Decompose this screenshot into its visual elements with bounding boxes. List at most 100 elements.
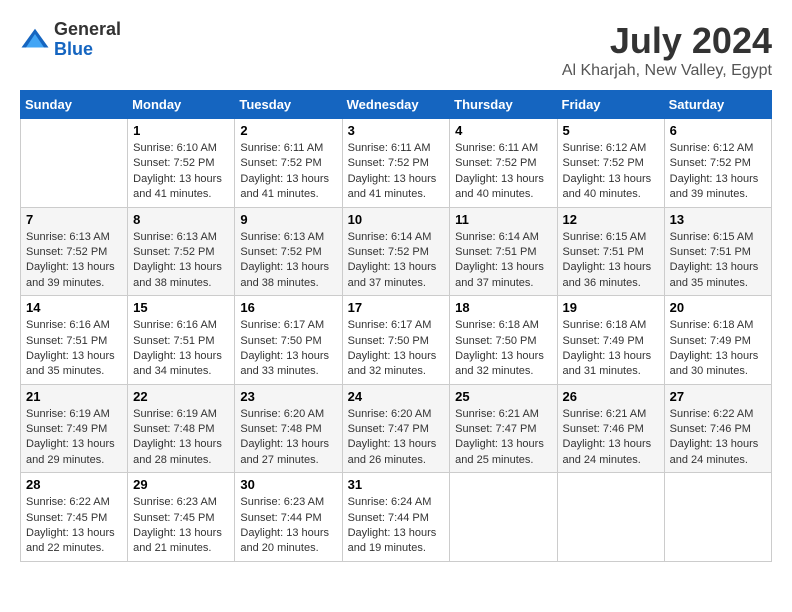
day-info: Sunrise: 6:18 AMSunset: 7:49 PMDaylight:… <box>670 318 766 380</box>
day-number: 1 <box>133 123 229 138</box>
day-info: Sunrise: 6:16 AMSunset: 7:51 PMDaylight:… <box>26 318 122 380</box>
calendar-cell: 27 Sunrise: 6:22 AMSunset: 7:46 PMDayligh… <box>664 384 771 473</box>
day-number: 8 <box>133 212 229 227</box>
calendar-cell: 19 Sunrise: 6:18 AMSunset: 7:49 PMDayligh… <box>557 296 664 385</box>
calendar-cell: 5 Sunrise: 6:12 AMSunset: 7:52 PMDaylight… <box>557 119 664 208</box>
day-info: Sunrise: 6:14 AMSunset: 7:51 PMDaylight:… <box>455 230 551 292</box>
day-info: Sunrise: 6:16 AMSunset: 7:51 PMDaylight:… <box>133 318 229 380</box>
calendar-cell: 10 Sunrise: 6:14 AMSunset: 7:52 PMDayligh… <box>342 207 450 296</box>
day-info: Sunrise: 6:22 AMSunset: 7:45 PMDaylight:… <box>26 495 122 557</box>
day-info: Sunrise: 6:18 AMSunset: 7:49 PMDaylight:… <box>563 318 659 380</box>
day-number: 23 <box>240 389 336 404</box>
calendar-cell: 13 Sunrise: 6:15 AMSunset: 7:51 PMDayligh… <box>664 207 771 296</box>
calendar-cell: 7 Sunrise: 6:13 AMSunset: 7:52 PMDaylight… <box>21 207 128 296</box>
day-info: Sunrise: 6:21 AMSunset: 7:46 PMDaylight:… <box>563 407 659 469</box>
day-number: 10 <box>348 212 445 227</box>
week-row-4: 21Sunrise: 6:19 AMSunset: 7:49 PMDayligh… <box>21 384 772 473</box>
day-number: 31 <box>348 477 445 492</box>
day-number: 11 <box>455 212 551 227</box>
calendar-cell: 2 Sunrise: 6:11 AMSunset: 7:52 PMDaylight… <box>235 119 342 208</box>
logo: General Blue <box>20 20 121 60</box>
calendar-cell: 20 Sunrise: 6:18 AMSunset: 7:49 PMDayligh… <box>664 296 771 385</box>
calendar-cell: 31 Sunrise: 6:24 AMSunset: 7:44 PMDayligh… <box>342 473 450 562</box>
day-number: 14 <box>26 300 122 315</box>
day-info: Sunrise: 6:11 AMSunset: 7:52 PMDaylight:… <box>240 141 336 203</box>
day-info: Sunrise: 6:15 AMSunset: 7:51 PMDaylight:… <box>670 230 766 292</box>
header-day-tuesday: Tuesday <box>235 91 342 119</box>
day-number: 28 <box>26 477 122 492</box>
logo-blue: Blue <box>54 40 121 60</box>
header-day-monday: Monday <box>128 91 235 119</box>
day-info: Sunrise: 6:12 AMSunset: 7:52 PMDaylight:… <box>563 141 659 203</box>
calendar-cell: 14 Sunrise: 6:16 AMSunset: 7:51 PMDayligh… <box>21 296 128 385</box>
day-info: Sunrise: 6:12 AMSunset: 7:52 PMDaylight:… <box>670 141 766 203</box>
calendar-cell: 22 Sunrise: 6:19 AMSunset: 7:48 PMDayligh… <box>128 384 235 473</box>
day-info: Sunrise: 6:13 AMSunset: 7:52 PMDaylight:… <box>240 230 336 292</box>
calendar-cell <box>450 473 557 562</box>
calendar-cell: 16Sunrise: 6:17 AMSunset: 7:50 PMDayligh… <box>235 296 342 385</box>
calendar-cell <box>664 473 771 562</box>
calendar-cell: 6Sunrise: 6:12 AMSunset: 7:52 PMDaylight… <box>664 119 771 208</box>
day-info: Sunrise: 6:17 AMSunset: 7:50 PMDaylight:… <box>348 318 445 380</box>
header-day-sunday: Sunday <box>21 91 128 119</box>
calendar-header: SundayMondayTuesdayWednesdayThursdayFrid… <box>21 91 772 119</box>
day-info: Sunrise: 6:13 AMSunset: 7:52 PMDaylight:… <box>133 230 229 292</box>
day-info: Sunrise: 6:24 AMSunset: 7:44 PMDaylight:… <box>348 495 445 557</box>
day-info: Sunrise: 6:13 AMSunset: 7:52 PMDaylight:… <box>26 230 122 292</box>
day-number: 15 <box>133 300 229 315</box>
calendar-cell: 29 Sunrise: 6:23 AMSunset: 7:45 PMDayligh… <box>128 473 235 562</box>
calendar-cell: 18Sunrise: 6:18 AMSunset: 7:50 PMDayligh… <box>450 296 557 385</box>
calendar-table: SundayMondayTuesdayWednesdayThursdayFrid… <box>20 90 772 562</box>
header-day-thursday: Thursday <box>450 91 557 119</box>
calendar-cell: 15 Sunrise: 6:16 AMSunset: 7:51 PMDayligh… <box>128 296 235 385</box>
week-row-3: 14 Sunrise: 6:16 AMSunset: 7:51 PMDayligh… <box>21 296 772 385</box>
calendar-cell: 28 Sunrise: 6:22 AMSunset: 7:45 PMDayligh… <box>21 473 128 562</box>
calendar-cell: 21Sunrise: 6:19 AMSunset: 7:49 PMDayligh… <box>21 384 128 473</box>
day-number: 27 <box>670 389 766 404</box>
day-info: Sunrise: 6:21 AMSunset: 7:47 PMDaylight:… <box>455 407 551 469</box>
day-info: Sunrise: 6:22 AMSunset: 7:46 PMDaylight:… <box>670 407 766 469</box>
day-number: 24 <box>348 389 445 404</box>
calendar-cell: 11 Sunrise: 6:14 AMSunset: 7:51 PMDayligh… <box>450 207 557 296</box>
header-day-wednesday: Wednesday <box>342 91 450 119</box>
day-number: 9 <box>240 212 336 227</box>
day-number: 7 <box>26 212 122 227</box>
day-number: 2 <box>240 123 336 138</box>
day-number: 22 <box>133 389 229 404</box>
calendar-cell: 23 Sunrise: 6:20 AMSunset: 7:48 PMDayligh… <box>235 384 342 473</box>
header-day-friday: Friday <box>557 91 664 119</box>
header-row: SundayMondayTuesdayWednesdayThursdayFrid… <box>21 91 772 119</box>
day-number: 20 <box>670 300 766 315</box>
week-row-2: 7 Sunrise: 6:13 AMSunset: 7:52 PMDaylight… <box>21 207 772 296</box>
logo-general: General <box>54 20 121 40</box>
day-number: 19 <box>563 300 659 315</box>
calendar-cell: 3Sunrise: 6:11 AMSunset: 7:52 PMDaylight… <box>342 119 450 208</box>
calendar-cell: 9 Sunrise: 6:13 AMSunset: 7:52 PMDaylight… <box>235 207 342 296</box>
day-number: 25 <box>455 389 551 404</box>
header-day-saturday: Saturday <box>664 91 771 119</box>
day-number: 4 <box>455 123 551 138</box>
day-number: 29 <box>133 477 229 492</box>
day-number: 13 <box>670 212 766 227</box>
day-number: 18 <box>455 300 551 315</box>
calendar-cell: 24Sunrise: 6:20 AMSunset: 7:47 PMDayligh… <box>342 384 450 473</box>
calendar-cell <box>21 119 128 208</box>
day-info: Sunrise: 6:20 AMSunset: 7:48 PMDaylight:… <box>240 407 336 469</box>
day-number: 12 <box>563 212 659 227</box>
day-info: Sunrise: 6:11 AMSunset: 7:52 PMDaylight:… <box>348 141 445 203</box>
day-number: 21 <box>26 389 122 404</box>
day-info: Sunrise: 6:15 AMSunset: 7:51 PMDaylight:… <box>563 230 659 292</box>
day-info: Sunrise: 6:19 AMSunset: 7:48 PMDaylight:… <box>133 407 229 469</box>
calendar-cell: 26 Sunrise: 6:21 AMSunset: 7:46 PMDayligh… <box>557 384 664 473</box>
day-info: Sunrise: 6:23 AMSunset: 7:45 PMDaylight:… <box>133 495 229 557</box>
day-info: Sunrise: 6:10 AMSunset: 7:52 PMDaylight:… <box>133 141 229 203</box>
day-info: Sunrise: 6:14 AMSunset: 7:52 PMDaylight:… <box>348 230 445 292</box>
calendar-cell: 30Sunrise: 6:23 AMSunset: 7:44 PMDayligh… <box>235 473 342 562</box>
calendar-cell: 25 Sunrise: 6:21 AMSunset: 7:47 PMDayligh… <box>450 384 557 473</box>
day-number: 26 <box>563 389 659 404</box>
day-number: 5 <box>563 123 659 138</box>
title-area: July 2024 Al Kharjah, New Valley, Egypt <box>562 20 772 80</box>
month-title: July 2024 <box>562 20 772 62</box>
day-info: Sunrise: 6:17 AMSunset: 7:50 PMDaylight:… <box>240 318 336 380</box>
calendar-cell: 4Sunrise: 6:11 AMSunset: 7:52 PMDaylight… <box>450 119 557 208</box>
